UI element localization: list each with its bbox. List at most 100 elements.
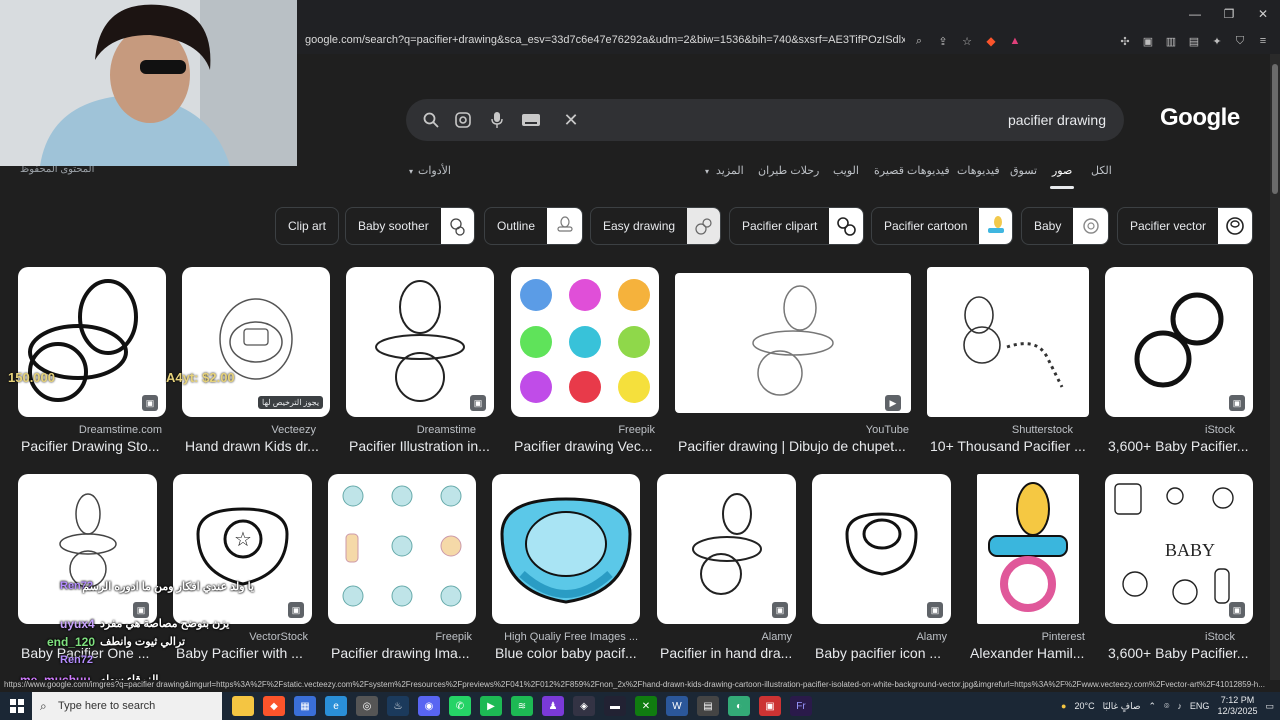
result-thumbnail[interactable] xyxy=(328,474,476,624)
result-title[interactable]: Pacifier Drawing Sto... xyxy=(21,438,166,454)
image-result[interactable]: Freepik Pacifier drawing Ima... xyxy=(328,474,476,664)
result-source[interactable]: iStock xyxy=(1205,631,1235,643)
image-result[interactable]: ▣ Alamy Baby pacifier icon ... xyxy=(812,474,951,664)
image-result[interactable]: BABY ▣ iStock 3,600+ Baby Pacifier... xyxy=(1105,474,1253,664)
result-title[interactable]: Pacifier drawing | Dibujo de chupet... xyxy=(678,438,911,454)
edge-icon[interactable]: e xyxy=(325,696,347,716)
result-source[interactable]: iStock xyxy=(1205,424,1235,436)
result-title[interactable]: Pacifier drawing Ima... xyxy=(331,645,476,661)
image-result[interactable]: ▣ iStock 3,600+ Baby Pacifier... xyxy=(1105,267,1253,457)
result-source[interactable]: YouTube xyxy=(866,424,909,436)
image-badge-icon: ▣ xyxy=(1229,395,1245,411)
result-title[interactable]: Pacifier in hand dra... xyxy=(660,645,796,661)
image-result[interactable]: Pinterest Alexander Hamil... xyxy=(967,474,1089,664)
image-result[interactable]: ▣ Alamy Pacifier in hand dra... xyxy=(657,474,796,664)
image-result[interactable]: يجوز الترخيص لها Vecteezy Hand drawn Kid… xyxy=(182,267,330,457)
app-icon[interactable]: ▶ xyxy=(480,696,502,716)
leo-icon[interactable]: ✦ xyxy=(1208,32,1226,50)
result-source[interactable]: Alamy xyxy=(916,631,947,643)
share-icon[interactable]: ⇪ xyxy=(934,32,952,50)
brave-browser-icon[interactable]: ◆ xyxy=(263,696,285,716)
vpn-icon[interactable]: ⛉ xyxy=(1231,32,1249,50)
extensions-icon[interactable]: ✣ xyxy=(1116,32,1134,50)
app-icon[interactable]: ▣ xyxy=(759,696,781,716)
steam-icon[interactable]: ♨ xyxy=(387,696,409,716)
result-thumbnail[interactable] xyxy=(675,273,911,413)
result-source[interactable]: VectorStock xyxy=(249,631,308,643)
result-title[interactable]: Baby pacifier icon ... xyxy=(815,645,951,661)
zoom-icon[interactable]: ⌕ xyxy=(910,32,928,50)
premiere-icon[interactable]: Fr xyxy=(790,696,812,716)
close-button[interactable]: ✕ xyxy=(1246,0,1280,28)
result-title[interactable]: 10+ Thousand Pacifier ... xyxy=(930,438,1089,454)
wallet-icon[interactable]: ▤ xyxy=(1185,32,1203,50)
minimize-button[interactable]: — xyxy=(1178,0,1212,28)
taskbar-search-input[interactable]: ⌕ Type here to search xyxy=(32,692,222,720)
language-indicator[interactable]: ENG xyxy=(1190,701,1210,711)
image-result[interactable]: Freepik Pacifier drawing Vec... xyxy=(511,267,659,457)
word-icon[interactable]: W xyxy=(666,696,688,716)
result-thumbnail[interactable] xyxy=(927,267,1089,417)
result-thumbnail[interactable] xyxy=(182,267,330,417)
image-result[interactable]: Shutterstock 10+ Thousand Pacifier ... xyxy=(927,267,1089,457)
page-scrollbar[interactable] xyxy=(1270,54,1280,680)
result-source[interactable]: Dreamstime.com xyxy=(79,424,162,436)
image-badge-icon: ▣ xyxy=(927,602,943,618)
scrollbar-thumb[interactable] xyxy=(1272,64,1278,194)
brave-shield-icon[interactable]: ◆ xyxy=(982,32,1000,50)
result-source[interactable]: High Qualiy Free Images ... xyxy=(504,631,638,643)
result-source[interactable]: Pinterest xyxy=(1042,631,1085,643)
network-icon[interactable]: ⌾ xyxy=(1164,701,1169,712)
windows-start-icon[interactable] xyxy=(6,696,28,716)
tab-icon[interactable]: ▣ xyxy=(1139,32,1157,50)
result-source[interactable]: Freepik xyxy=(435,631,472,643)
xbox-icon[interactable]: ✕ xyxy=(635,696,657,716)
clock[interactable]: 7:12 PM 12/3/2025 xyxy=(1217,695,1257,717)
app-icon[interactable]: ▬ xyxy=(604,696,626,716)
result-title[interactable]: Alexander Hamil... xyxy=(970,645,1089,661)
image-result[interactable]: ▣ Dreamstime Pacifier Illustration in... xyxy=(346,267,494,457)
link-status-bar: https://www.google.com/imgres?q=pacifier… xyxy=(0,680,1280,692)
result-title[interactable]: Blue color baby pacif... xyxy=(495,645,640,661)
result-thumbnail[interactable] xyxy=(977,474,1079,624)
menu-icon[interactable]: ≡ xyxy=(1254,32,1272,50)
discord-icon[interactable]: ◉ xyxy=(418,696,440,716)
result-source[interactable]: Vecteezy xyxy=(271,424,316,436)
windows-taskbar: ⌕ Type here to search ◆ ▦ e ◎ ♨ ◉ ✆ ▶ ≋ … xyxy=(0,692,1280,720)
result-source[interactable]: Dreamstime xyxy=(417,424,476,436)
image-result[interactable]: ▶ YouTube Pacifier drawing | Dibujo de c… xyxy=(675,267,911,457)
result-title[interactable]: 3,600+ Baby Pacifier... xyxy=(1108,438,1253,454)
result-title[interactable]: Pacifier Illustration in... xyxy=(349,438,494,454)
result-source[interactable]: Alamy xyxy=(761,631,792,643)
chevron-up-icon[interactable]: ⌃ xyxy=(1148,701,1156,712)
image-result[interactable]: ▣ Dreamstime.com Pacifier Drawing Sto... xyxy=(18,267,166,457)
result-title[interactable]: Baby Pacifier with ... xyxy=(176,645,312,661)
image-result[interactable]: High Qualiy Free Images ... Blue color b… xyxy=(492,474,640,664)
result-title[interactable]: Pacifier drawing Vec... xyxy=(514,438,659,454)
result-thumbnail[interactable] xyxy=(511,267,659,417)
url-field[interactable]: google.com/search?q=pacifier+drawing&sca… xyxy=(305,34,905,46)
app-icon[interactable]: ◐ xyxy=(728,696,750,716)
whatsapp-icon[interactable]: ✆ xyxy=(449,696,471,716)
file-explorer-icon[interactable] xyxy=(232,696,254,716)
app-icon[interactable]: ◎ xyxy=(356,696,378,716)
image-result[interactable]: ☆ ▣ VectorStock Baby Pacifier with ... xyxy=(173,474,312,664)
app-icon[interactable]: ◈ xyxy=(573,696,595,716)
volume-icon[interactable]: ♪ xyxy=(1177,701,1182,711)
notifications-icon[interactable]: ▭ xyxy=(1265,701,1274,712)
restore-button[interactable]: ❐ xyxy=(1212,0,1246,28)
store-icon[interactable]: ▦ xyxy=(294,696,316,716)
app-icon[interactable]: ♟ xyxy=(542,696,564,716)
image-badge-icon: ▣ xyxy=(133,602,149,618)
result-title[interactable]: 3,600+ Baby Pacifier... xyxy=(1108,645,1253,661)
sidebar-icon[interactable]: ▥ xyxy=(1162,32,1180,50)
result-source[interactable]: Freepik xyxy=(618,424,655,436)
weather-temp[interactable]: 20°C xyxy=(1074,701,1094,711)
app-icon[interactable]: ▤ xyxy=(697,696,719,716)
spotify-icon[interactable]: ≋ xyxy=(511,696,533,716)
result-title[interactable]: Hand drawn Kids dr... xyxy=(185,438,330,454)
bookmark-icon[interactable]: ☆ xyxy=(958,32,976,50)
result-thumbnail[interactable] xyxy=(492,474,640,624)
result-source[interactable]: Shutterstock xyxy=(1012,424,1073,436)
brave-rewards-icon[interactable]: ▲ xyxy=(1006,32,1024,50)
